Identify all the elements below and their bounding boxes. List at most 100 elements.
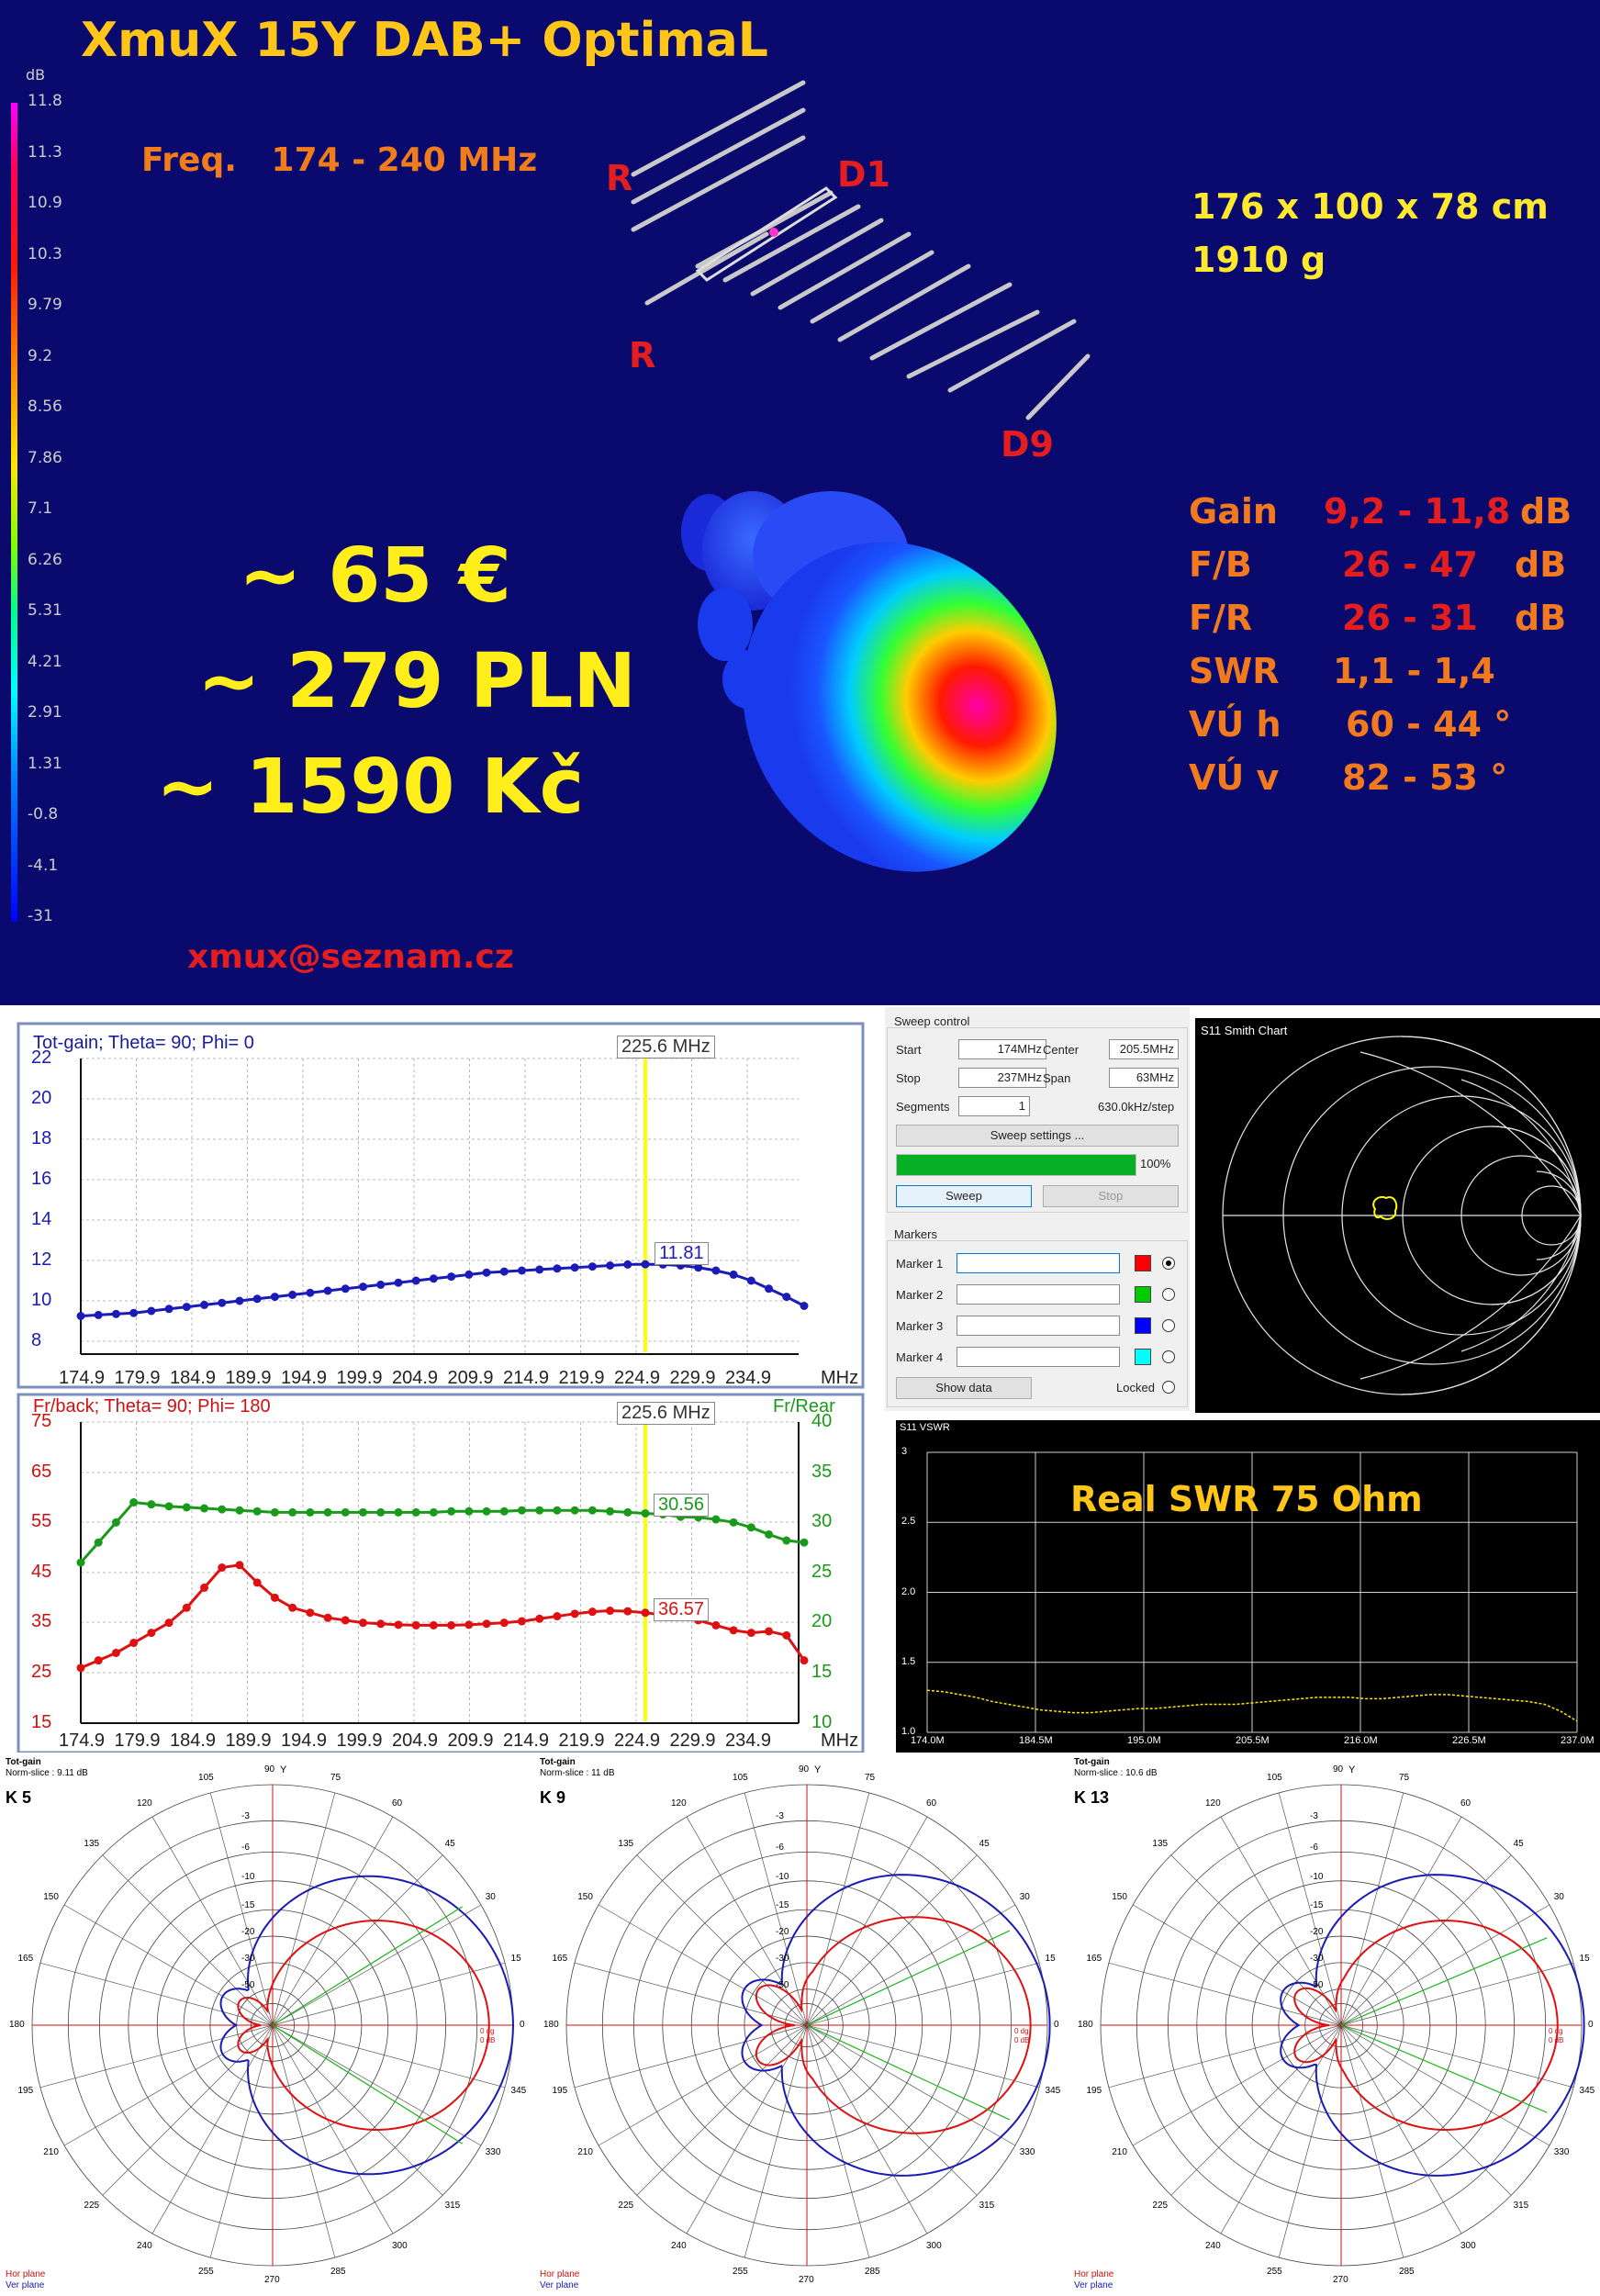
sweep-progress-bar	[896, 1154, 1136, 1176]
spec-value: 9,2 - 11,8	[1324, 491, 1511, 532]
director-first-label: D1	[837, 154, 890, 195]
scale-tick: 6.26	[28, 550, 62, 569]
fr-back-point	[323, 1613, 332, 1622]
marker-radio[interactable]	[1162, 1350, 1175, 1363]
polar-angle-label: 90	[264, 1764, 275, 1775]
polar-angle-label: 165	[552, 1954, 568, 1965]
gain-point	[129, 1308, 139, 1317]
polar-radial-label: -20	[1310, 1927, 1324, 1938]
polar-angle-label: 315	[1513, 2200, 1529, 2211]
fr-rear-point	[164, 1502, 173, 1511]
gain-point	[553, 1264, 562, 1273]
vswr-y-tick: 2.0	[901, 1585, 916, 1597]
fb-x-tick: 189.9	[225, 1730, 272, 1751]
polar-note: 0 dg	[480, 2027, 495, 2035]
polar-angle-label: 345	[510, 2085, 527, 2096]
center-input[interactable]: 205.5MHz	[1109, 1039, 1179, 1059]
polar-angle-label: 180	[543, 2020, 559, 2030]
marker-color-swatch[interactable]	[1135, 1286, 1151, 1303]
antenna-poster: XmuX 15Y DAB+ OptimaL Freq. 174 - 240 MH…	[0, 0, 1600, 1005]
marker-radio[interactable]	[1162, 1288, 1175, 1301]
polar-chart	[31, 1784, 515, 2267]
start-input[interactable]: 174MHz	[958, 1039, 1046, 1059]
vswr-y-tick: 3	[901, 1446, 908, 1457]
polar-angle-label: 240	[1205, 2240, 1221, 2251]
gain-point	[429, 1274, 438, 1283]
polar-angle-label: 45	[979, 1839, 990, 1850]
scale-tick: 10.9	[28, 194, 62, 212]
gain-y-tick: 16	[31, 1169, 52, 1189]
polar-radial-label: -15	[241, 1900, 255, 1911]
fb-marker-value: 36.57	[654, 1598, 710, 1621]
polar-angle-label: 45	[1513, 1839, 1524, 1850]
fr-rear-point	[606, 1506, 615, 1516]
gain-point	[182, 1303, 191, 1312]
polar-angle-label: 165	[1086, 1954, 1102, 1965]
fb-x-tick: 229.9	[669, 1730, 716, 1751]
marker-radio[interactable]	[1162, 1257, 1175, 1270]
fr-back-point	[200, 1583, 209, 1592]
marker-color-swatch[interactable]	[1135, 1349, 1151, 1365]
fr-back-point	[517, 1617, 526, 1626]
gain-point	[341, 1284, 350, 1294]
polar-angle-label: 105	[198, 1773, 214, 1784]
span-input[interactable]: 63MHz	[1109, 1068, 1179, 1088]
fb-x-tick: 204.9	[392, 1730, 439, 1751]
vswr-x-tick: 174.0M	[911, 1735, 945, 1746]
polar-legend-ver: Ver plane	[540, 2280, 579, 2290]
polar-angle-label: 120	[1205, 1798, 1221, 1809]
polar-angle-label: 135	[1152, 1839, 1169, 1850]
marker-input[interactable]	[957, 1253, 1120, 1273]
spec-value: 60 - 44 °	[1346, 704, 1512, 745]
polar-radial-label: -15	[776, 1900, 789, 1911]
marker-color-swatch[interactable]	[1135, 1255, 1151, 1271]
stop-button[interactable]: Stop	[1043, 1185, 1179, 1207]
marker-input[interactable]	[957, 1347, 1120, 1367]
spec-value: 82 - 53 °	[1342, 757, 1508, 798]
fb-chart-title: Fr/back; Theta= 90; Phi= 180	[33, 1396, 271, 1417]
price-eur: ~ 65 €	[239, 532, 511, 620]
gain-point	[482, 1268, 491, 1277]
fr-back-point	[729, 1626, 738, 1635]
fr-back-point	[147, 1629, 156, 1638]
marker-input[interactable]	[957, 1284, 1120, 1305]
fr-rear-point	[553, 1506, 562, 1515]
show-data-button[interactable]: Show data	[896, 1377, 1032, 1399]
fr-rear-point	[147, 1500, 156, 1509]
fr-back-point	[606, 1607, 615, 1616]
gain-point	[164, 1305, 173, 1314]
fr-back-point	[235, 1561, 244, 1570]
fb-y-tick: 65	[31, 1462, 52, 1482]
polar-angle-label: 135	[84, 1839, 100, 1850]
polar-angle-label: 285	[1398, 2266, 1415, 2277]
sweep-settings-button[interactable]: Sweep settings ...	[896, 1125, 1179, 1147]
polar-angle-label: 270	[799, 2275, 814, 2285]
segments-input[interactable]: 1	[958, 1096, 1030, 1116]
sweep-button[interactable]: Sweep	[896, 1185, 1032, 1207]
fb-x-tick: 224.9	[614, 1730, 661, 1751]
marker-input[interactable]	[957, 1316, 1120, 1336]
polar-legend-hor: Hor plane	[1074, 2269, 1114, 2279]
fr-rear-point	[429, 1507, 438, 1517]
polar-radial-label: -3	[1310, 1811, 1318, 1822]
fb-x-tick: 184.9	[170, 1730, 217, 1751]
polar-radial-label: -20	[241, 1927, 255, 1938]
locked-checkbox[interactable]	[1162, 1381, 1175, 1394]
fr-rear-point	[359, 1507, 368, 1517]
span-label: Span	[1043, 1071, 1071, 1085]
polar-radial-label: -50	[776, 1979, 789, 1990]
spec-label: Gain	[1189, 491, 1278, 532]
fr-rear-point	[111, 1518, 120, 1527]
gain-x-tick: 214.9	[503, 1368, 550, 1388]
stop-input[interactable]: 237MHz	[958, 1068, 1046, 1088]
radiation-pattern-3d	[681, 491, 1057, 872]
marker-radio[interactable]	[1162, 1319, 1175, 1332]
gain-point	[359, 1282, 368, 1292]
polar-angle-label: 300	[392, 2240, 408, 2251]
scale-tick: -0.8	[28, 805, 59, 823]
polar-radial-label: -3	[776, 1811, 784, 1822]
marker-color-swatch[interactable]	[1135, 1317, 1151, 1334]
polar-angle-label: 45	[444, 1839, 455, 1850]
reflector-label-top: R	[606, 158, 633, 198]
smith-chart	[1222, 1036, 1582, 1395]
